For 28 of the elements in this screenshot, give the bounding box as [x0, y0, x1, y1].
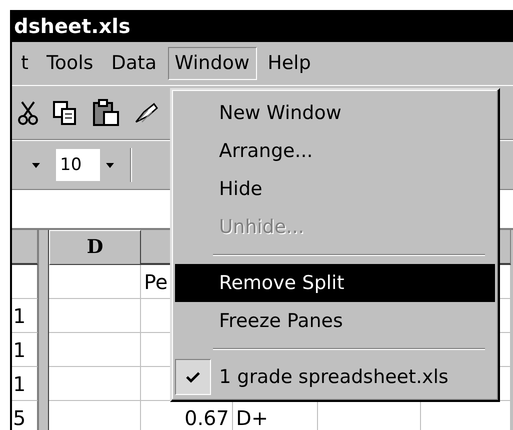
menu-item[interactable]: Tools [39, 47, 100, 80]
menu-item[interactable]: Arrange... [175, 132, 495, 170]
menu-item[interactable]: t [14, 47, 36, 80]
menu-item[interactable]: Help [260, 47, 318, 80]
row-header[interactable] [12, 265, 38, 299]
row-header[interactable]: 1 [12, 333, 38, 367]
menu-item[interactable]: Hide [175, 170, 495, 208]
row-header[interactable]: 1 [12, 367, 38, 401]
row-header[interactable]: 5 [12, 401, 38, 430]
font-size-field[interactable]: 10 [56, 149, 100, 181]
menu-item[interactable]: Freeze Panes [175, 302, 495, 340]
copy-icon[interactable] [52, 100, 78, 126]
menu-item[interactable]: Remove Split [175, 264, 495, 302]
window-title: dsheet.xls [12, 10, 513, 42]
split-bar[interactable] [38, 230, 49, 430]
menu-item[interactable]: New Window [175, 94, 495, 132]
table-cell: 0.67 [141, 401, 233, 430]
paste-icon[interactable] [92, 98, 120, 126]
cut-icon[interactable] [18, 100, 38, 126]
table-cell: D+ [233, 401, 318, 430]
menu-item[interactable]: 1 grade spreadsheet.xls [175, 358, 495, 396]
dropdown-arrow-icon[interactable] [32, 162, 40, 168]
dropdown-arrow-icon[interactable] [106, 162, 114, 168]
menu-item[interactable]: Window [168, 47, 257, 80]
column-header[interactable]: D [49, 230, 141, 265]
row-header[interactable]: 1 [12, 299, 38, 333]
select-all-corner[interactable] [12, 230, 38, 265]
menu-item[interactable]: Data [104, 47, 164, 80]
